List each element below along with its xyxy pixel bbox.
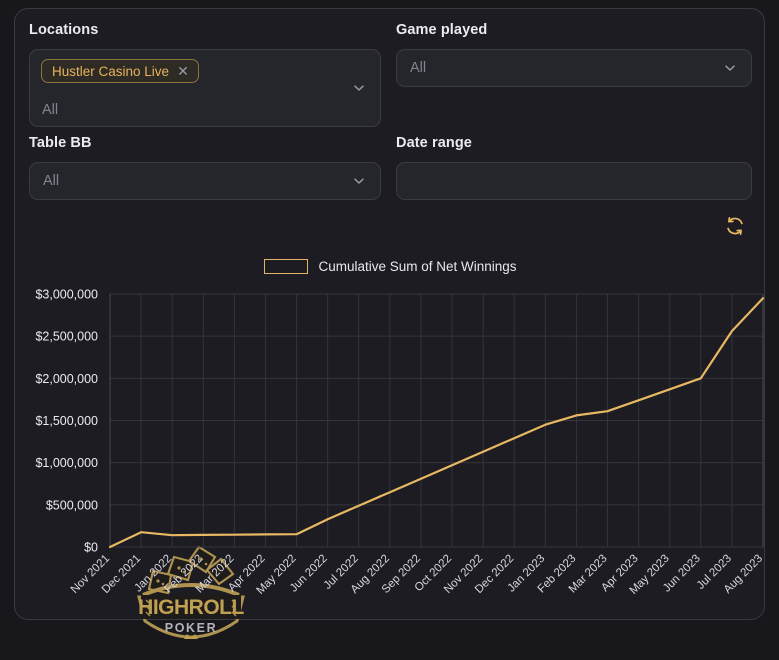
series-line-cumulative-net-winnings (108, 297, 765, 549)
location-chip[interactable]: Hustler Casino Live ✕ (41, 59, 199, 83)
y-axis-tick-label: $0 (84, 541, 98, 555)
table-bb-placeholder: All (43, 173, 60, 189)
date-range-label: Date range (396, 135, 472, 151)
game-played-label: Game played (396, 22, 488, 38)
location-chip-label: Hustler Casino Live (52, 63, 170, 79)
y-axis-tick-label: $1,000,000 (35, 456, 98, 470)
locations-placeholder: All (42, 102, 59, 118)
close-x-icon[interactable]: ✕ (177, 64, 189, 78)
table-bb-select[interactable]: All (29, 162, 381, 200)
chart-gridlines (109, 293, 764, 548)
y-axis-tick-label: $2,000,000 (35, 372, 98, 386)
y-axis-tick-label: $2,500,000 (35, 330, 98, 344)
chevron-down-icon[interactable] (352, 174, 366, 188)
date-range-input[interactable] (396, 162, 752, 200)
y-axis-tick-label: $3,000,000 (35, 288, 98, 302)
locations-label: Locations (29, 22, 99, 38)
refresh-button[interactable] (720, 212, 750, 242)
refresh-icon (724, 215, 746, 240)
line-chart: $3,000,000 $2,500,000 $2,000,000 $1,500,000… (35, 288, 765, 597)
y-axis-tick-label: $500,000 (46, 498, 98, 512)
locations-multiselect[interactable]: Hustler Casino Live ✕ All (29, 49, 381, 127)
game-played-placeholder: All (410, 60, 427, 76)
x-axis-labels: Nov 2021Dec 2021Jan 2022Feb 2022Mar 2022… (69, 553, 765, 597)
svg-text:POKER: POKER (165, 621, 217, 635)
game-played-select[interactable]: All (396, 49, 752, 87)
chevron-down-icon[interactable] (352, 81, 366, 95)
chart-container: Cumulative Sum of Net Winnings HIGHROLL … (15, 249, 766, 639)
chevron-down-icon[interactable] (723, 61, 737, 75)
table-bb-label: Table BB (29, 135, 92, 151)
dashboard-card: Locations Hustler Casino Live ✕ All Game… (14, 8, 766, 639)
y-axis-labels: $3,000,000 $2,500,000 $2,000,000 $1,500,000… (35, 288, 98, 555)
y-axis-tick-label: $1,500,000 (35, 414, 98, 428)
